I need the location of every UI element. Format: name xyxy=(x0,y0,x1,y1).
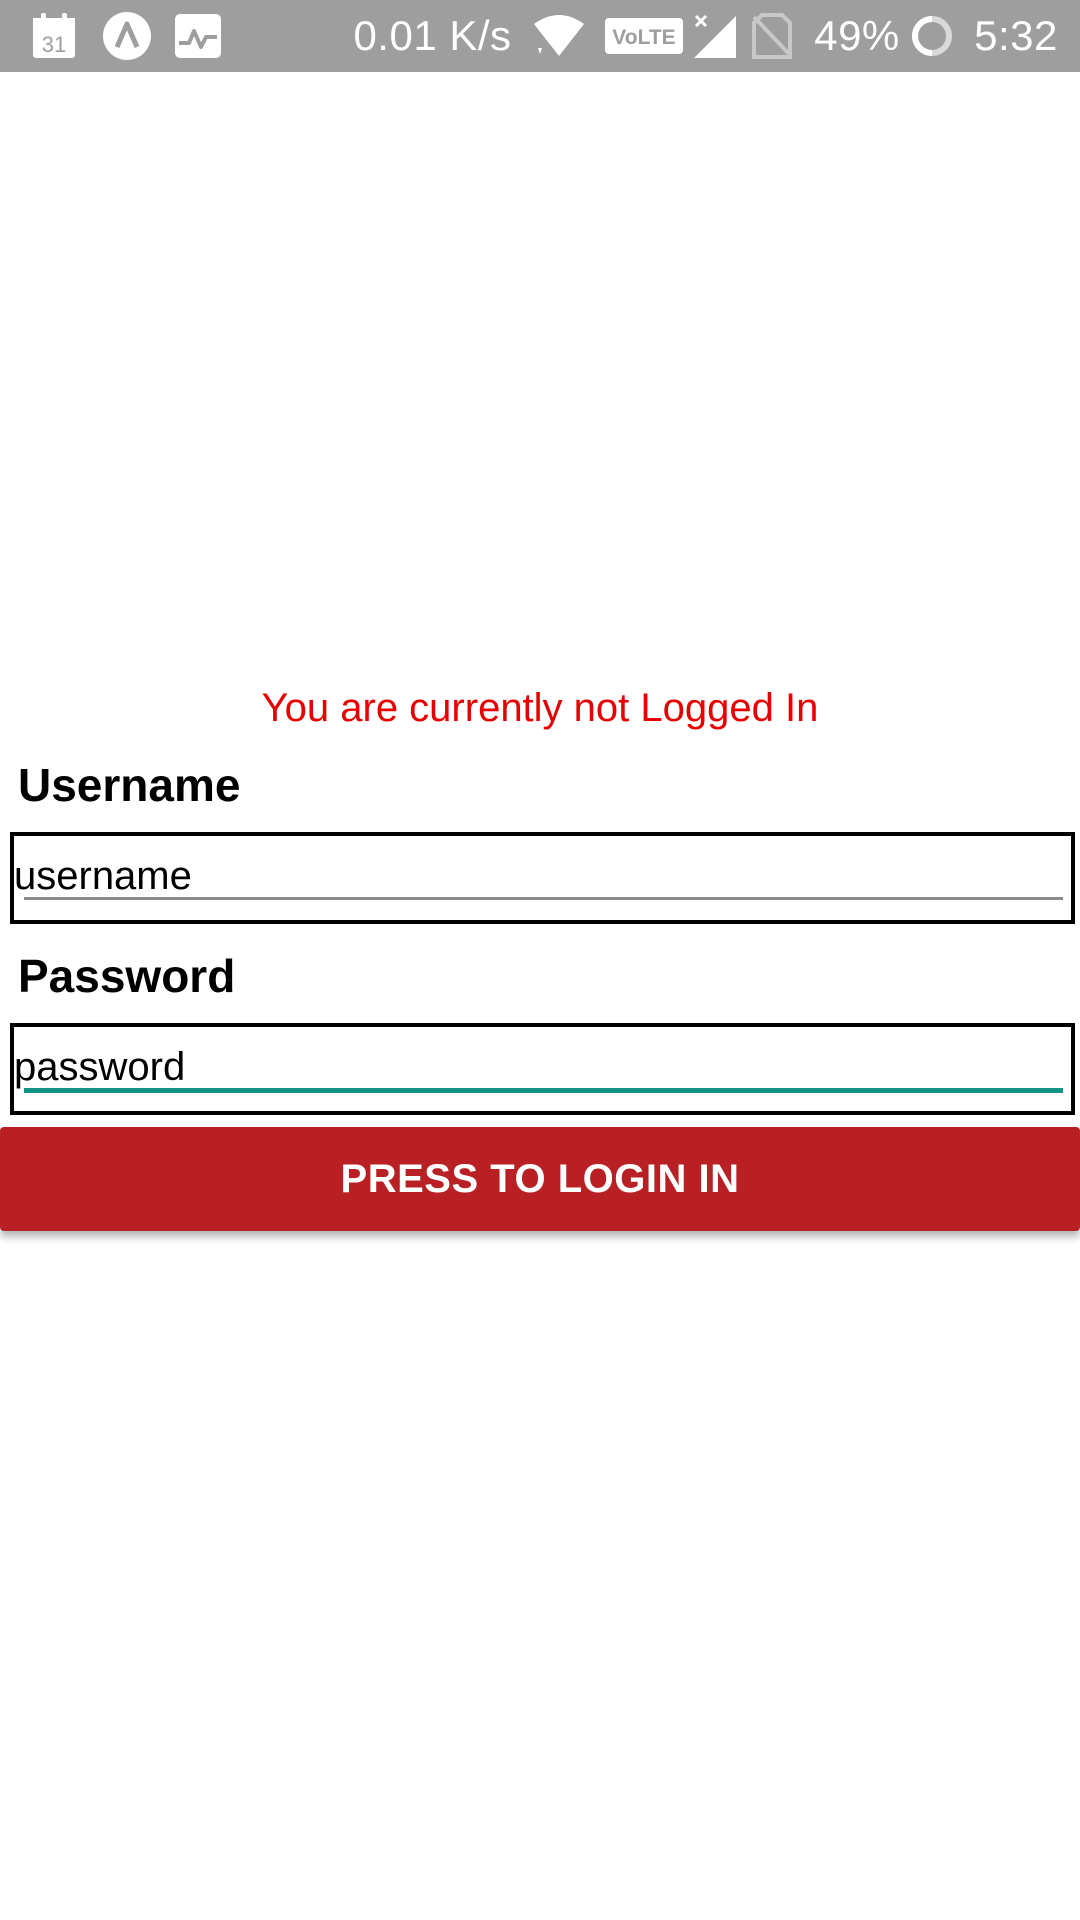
volte-icon: VoLTE xyxy=(604,0,684,72)
password-label: Password xyxy=(18,950,236,1002)
status-time: 5:32 xyxy=(974,12,1058,59)
password-field[interactable]: password xyxy=(10,1023,1075,1115)
username-label: Username xyxy=(18,759,241,811)
password-underline xyxy=(24,1088,1063,1093)
wifi-icon xyxy=(532,0,586,72)
password-input-text[interactable]: password xyxy=(14,1039,185,1095)
username-field[interactable]: username xyxy=(10,832,1075,924)
battery-icon xyxy=(910,0,954,72)
no-sim-icon xyxy=(752,0,792,72)
username-input-text[interactable]: username xyxy=(14,848,192,904)
network-speed: 0.01 K/s xyxy=(353,12,512,59)
volte-text: VoLTE xyxy=(612,26,675,49)
login-button[interactable]: PRESS TO LOGIN IN xyxy=(0,1127,1080,1231)
login-screen: You are currently not Logged In Username… xyxy=(0,72,1080,1920)
activity-monitor-icon xyxy=(174,0,222,72)
calendar-day-text: 31 xyxy=(42,32,66,57)
username-underline xyxy=(24,897,1063,900)
status-bar: 31 0.01 K/s VoLTE 49% 5:32 xyxy=(0,0,1080,72)
signal-icon xyxy=(692,0,738,72)
calendar-icon: 31 xyxy=(30,0,78,72)
login-status-message: You are currently not Logged In xyxy=(261,686,819,730)
battery-percent: 49% xyxy=(814,12,900,59)
app-launcher-icon xyxy=(102,0,152,72)
